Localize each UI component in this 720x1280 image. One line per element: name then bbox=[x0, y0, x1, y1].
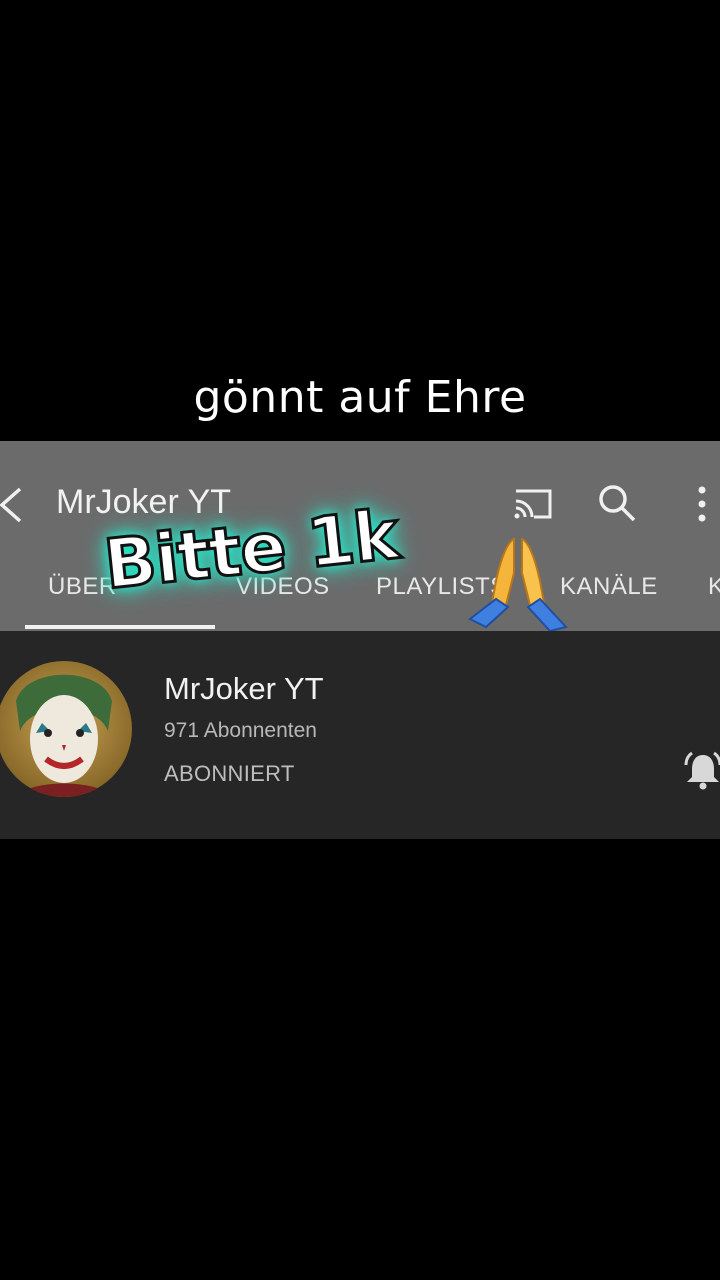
channel-name: MrJoker YT bbox=[164, 671, 324, 706]
subscriber-count: 971 Abonnenten bbox=[164, 719, 317, 742]
search-icon[interactable] bbox=[597, 483, 637, 523]
bell-icon[interactable] bbox=[682, 751, 720, 791]
video-caption: gönnt auf Ehre bbox=[193, 372, 527, 423]
subscribed-button[interactable]: ABONNIERT bbox=[164, 761, 295, 787]
app-bar: MrJoker YT ÜBER VIDEOS PLAYLISTS KANÄLE … bbox=[0, 441, 720, 631]
channel-info-panel: MrJoker YT 971 Abonnenten ABONNIERT bbox=[0, 631, 720, 839]
tab-community[interactable]: K bbox=[708, 573, 720, 601]
back-icon[interactable] bbox=[0, 485, 28, 525]
active-tab-indicator bbox=[25, 625, 215, 629]
more-icon[interactable] bbox=[694, 485, 710, 523]
cast-icon[interactable] bbox=[512, 487, 554, 521]
youtube-channel-screenshot: MrJoker YT ÜBER VIDEOS PLAYLISTS KANÄLE … bbox=[0, 441, 720, 839]
channel-avatar[interactable] bbox=[0, 661, 132, 797]
tab-channels[interactable]: KANÄLE bbox=[560, 573, 658, 601]
folded-hands-icon bbox=[468, 537, 568, 631]
